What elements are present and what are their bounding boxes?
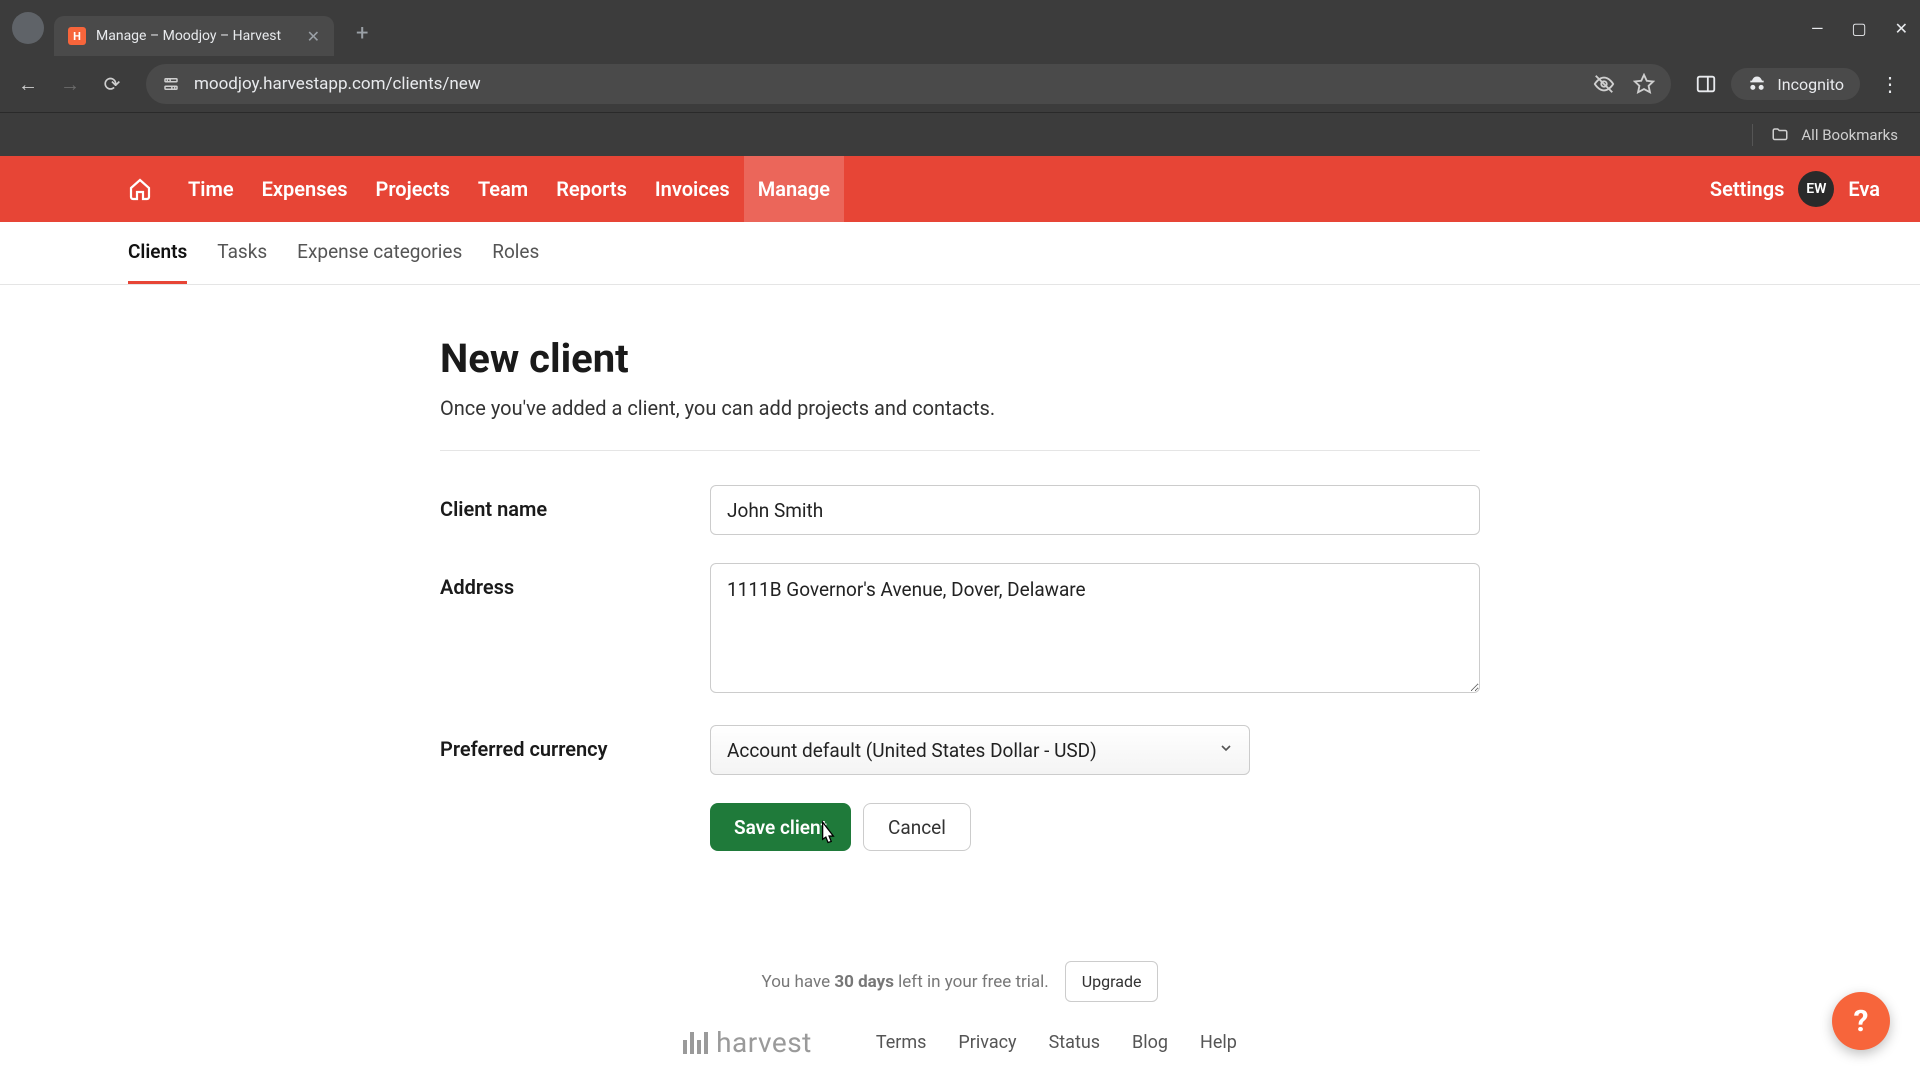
- side-panel-icon[interactable]: [1695, 73, 1717, 95]
- reload-button[interactable]: ⟳: [98, 72, 126, 96]
- client-name-label: Client name: [440, 485, 710, 521]
- settings-link[interactable]: Settings: [1710, 177, 1784, 201]
- nav-item-reports[interactable]: Reports: [542, 156, 641, 222]
- address-label: Address: [440, 563, 710, 599]
- currency-label: Preferred currency: [440, 725, 710, 761]
- window-minimize-icon[interactable]: —: [1811, 19, 1824, 38]
- tab-title: Manage – Moodjoy – Harvest: [96, 28, 297, 44]
- subtabs: Clients Tasks Expense categories Roles: [0, 222, 1920, 285]
- browser-toolbar: ← → ⟳ moodjoy.harvestapp.com/clients/new…: [0, 56, 1920, 112]
- address-input[interactable]: [710, 563, 1480, 693]
- footer-link-help[interactable]: Help: [1200, 1032, 1237, 1053]
- footer: You have 30 days left in your free trial…: [0, 961, 1920, 1059]
- all-bookmarks-link[interactable]: All Bookmarks: [1801, 126, 1898, 144]
- nav-item-expenses[interactable]: Expenses: [248, 156, 362, 222]
- harvest-logo: harvest: [683, 1026, 812, 1059]
- subtab-expense-categories[interactable]: Expense categories: [297, 222, 462, 284]
- incognito-label: Incognito: [1777, 75, 1844, 94]
- forward-button[interactable]: →: [56, 72, 84, 97]
- address-bar[interactable]: moodjoy.harvestapp.com/clients/new: [146, 64, 1671, 104]
- harvest-logo-icon: [683, 1032, 708, 1054]
- currency-select[interactable]: Account default (United States Dollar - …: [710, 725, 1250, 775]
- nav-item-projects[interactable]: Projects: [362, 156, 464, 222]
- avatar[interactable]: EW: [1798, 171, 1834, 207]
- trial-text: You have 30 days left in your free trial…: [762, 972, 1049, 992]
- subtab-clients[interactable]: Clients: [128, 222, 187, 284]
- nav-item-manage[interactable]: Manage: [744, 156, 844, 222]
- currency-selected-value: Account default (United States Dollar - …: [727, 739, 1097, 762]
- footer-link-terms[interactable]: Terms: [876, 1032, 927, 1053]
- user-name[interactable]: Eva: [1848, 177, 1880, 201]
- browser-menu-button[interactable]: ⋮: [1874, 72, 1906, 96]
- page-title: New client: [440, 335, 1480, 382]
- nav-item-time[interactable]: Time: [174, 156, 248, 222]
- browser-tab-active[interactable]: H Manage – Moodjoy – Harvest ✕: [54, 16, 334, 56]
- folder-icon: [1771, 126, 1789, 144]
- url-text: moodjoy.harvestapp.com/clients/new: [194, 74, 1579, 94]
- save-client-button[interactable]: Save client: [710, 803, 851, 851]
- cancel-button[interactable]: Cancel: [863, 803, 971, 851]
- bookmarks-bar: All Bookmarks: [0, 112, 1920, 156]
- tab-favicon: H: [68, 27, 86, 45]
- incognito-icon: [1747, 74, 1767, 94]
- nav-item-team[interactable]: Team: [464, 156, 542, 222]
- window-maximize-icon[interactable]: ▢: [1851, 19, 1866, 38]
- eye-off-icon[interactable]: [1593, 73, 1615, 95]
- upgrade-button[interactable]: Upgrade: [1065, 961, 1159, 1002]
- subtab-roles[interactable]: Roles: [492, 222, 539, 284]
- browser-profile-avatar[interactable]: [12, 12, 44, 44]
- home-icon[interactable]: [128, 177, 152, 201]
- client-name-input[interactable]: [710, 485, 1480, 535]
- site-settings-icon: [162, 75, 180, 93]
- nav-item-invoices[interactable]: Invoices: [641, 156, 744, 222]
- app-header: TimeExpensesProjectsTeamReportsInvoicesM…: [0, 156, 1920, 222]
- footer-link-status[interactable]: Status: [1049, 1032, 1100, 1053]
- incognito-indicator[interactable]: Incognito: [1731, 68, 1860, 100]
- main-content: New client Once you've added a client, y…: [440, 285, 1480, 851]
- close-icon[interactable]: ✕: [307, 27, 320, 46]
- footer-link-blog[interactable]: Blog: [1132, 1032, 1168, 1053]
- subtab-tasks[interactable]: Tasks: [217, 222, 267, 284]
- new-tab-button[interactable]: +: [356, 21, 368, 46]
- back-button[interactable]: ←: [14, 72, 42, 97]
- window-close-icon[interactable]: ✕: [1895, 19, 1908, 38]
- help-fab[interactable]: ?: [1832, 992, 1890, 1050]
- footer-link-privacy[interactable]: Privacy: [958, 1032, 1016, 1053]
- browser-tab-strip: H Manage – Moodjoy – Harvest ✕ + — ▢ ✕: [0, 0, 1920, 56]
- star-icon[interactable]: [1633, 73, 1655, 95]
- page-subtitle: Once you've added a client, you can add …: [440, 396, 1480, 451]
